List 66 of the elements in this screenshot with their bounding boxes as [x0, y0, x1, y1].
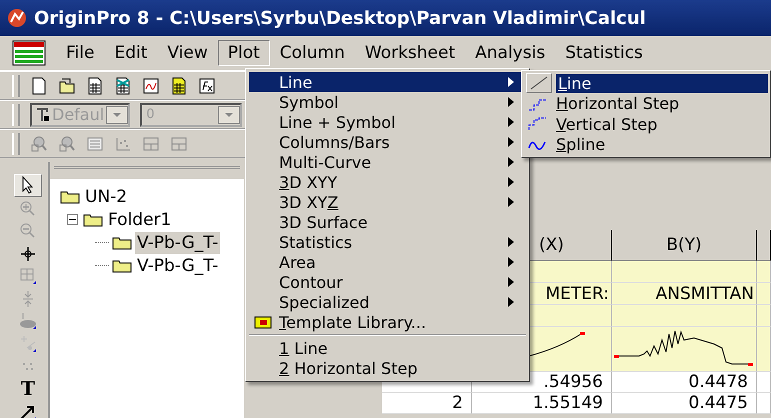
font-name: Defaul	[52, 105, 104, 124]
worksheet-icon[interactable]	[86, 76, 104, 94]
tree-item[interactable]: UN-2	[85, 186, 128, 206]
menu-item[interactable]: Edit	[104, 40, 158, 66]
font-size: 0	[146, 107, 156, 122]
table-cell: 0.4478	[612, 372, 757, 393]
pointer-tool-icon[interactable]	[14, 174, 42, 196]
table-cell: ANSMITTAN	[612, 283, 757, 305]
tree-item[interactable]: Folder1	[108, 210, 172, 230]
table-cell: 0.4475	[612, 393, 757, 414]
data-reader-icon[interactable]	[30, 134, 48, 152]
menu-item[interactable]: Analysis	[465, 40, 556, 66]
menu-item[interactable]: 1 Line	[249, 338, 526, 358]
menu-item[interactable]: Statistics	[555, 40, 653, 66]
layout-icon[interactable]	[86, 134, 104, 152]
folder-icon	[83, 212, 103, 226]
open-folder-icon[interactable]	[58, 76, 76, 94]
window-title: OriginPro 8 - C:\Users\Syrbu\Desktop\Parvan Vladimir\Calcul	[34, 8, 646, 28]
worksheet-icon[interactable]	[170, 76, 188, 94]
layout-icon[interactable]	[142, 134, 160, 152]
menu-item[interactable]: View	[157, 40, 218, 66]
app-logo-icon	[6, 7, 28, 29]
menu-item[interactable]: 3D XYZ	[249, 192, 526, 212]
menu-item[interactable]: Symbol	[249, 92, 526, 112]
data-reader-icon[interactable]	[58, 134, 76, 152]
toolbar-grip[interactable]	[12, 74, 20, 96]
menu-item[interactable]: Worksheet	[354, 40, 466, 66]
menu-item[interactable]: Plot	[218, 40, 270, 66]
font-icon	[36, 108, 50, 122]
folder-icon	[60, 190, 80, 204]
menu-item[interactable]: Vertical Step	[524, 114, 768, 134]
menu-item[interactable]: File	[56, 40, 104, 66]
function-icon[interactable]	[198, 76, 216, 94]
row-number: 2	[382, 393, 472, 414]
worksheet-icon[interactable]	[114, 76, 132, 94]
menu-item[interactable]: 3D XYY	[249, 172, 526, 192]
menu-item[interactable]: Horizontal Step	[524, 94, 768, 114]
folder-icon	[112, 258, 132, 272]
menu-item[interactable]: Spline	[524, 134, 768, 155]
menu-item[interactable]: Line + Symbol	[249, 112, 526, 132]
table-cell	[757, 393, 771, 414]
column-header[interactable]	[757, 230, 771, 261]
table-cell: 1.55149	[472, 393, 612, 414]
toolbar-grip[interactable]	[12, 104, 20, 126]
folder-icon	[112, 236, 132, 250]
collapse-icon[interactable]	[67, 214, 78, 225]
template-icon	[254, 315, 272, 329]
table-cell	[757, 305, 771, 327]
menu-item[interactable]: 3D Surface	[249, 212, 526, 232]
table-cell	[757, 261, 771, 283]
table-cell	[757, 372, 771, 393]
sparkline	[529, 331, 585, 357]
menu-item[interactable]: Template Library...	[249, 312, 526, 332]
layout-icon[interactable]	[170, 134, 188, 152]
column-header[interactable]: B(Y)	[612, 230, 757, 261]
menu-item[interactable]: Multi-Curve	[249, 152, 526, 172]
table-cell	[757, 283, 771, 305]
worksheet-icon[interactable]	[12, 40, 46, 66]
tree-item[interactable]: V-Pb-G_T-	[135, 254, 220, 276]
new-file-icon[interactable]	[30, 76, 48, 94]
menu-item[interactable]: Columns/Bars	[249, 132, 526, 152]
tree-item[interactable]: V-Pb-G_T-	[135, 232, 220, 254]
menu-item[interactable]: Column	[270, 40, 355, 66]
text-tool[interactable]: T	[15, 378, 41, 400]
graph-icon[interactable]	[142, 76, 160, 94]
toolbar-grip[interactable]	[12, 132, 20, 154]
